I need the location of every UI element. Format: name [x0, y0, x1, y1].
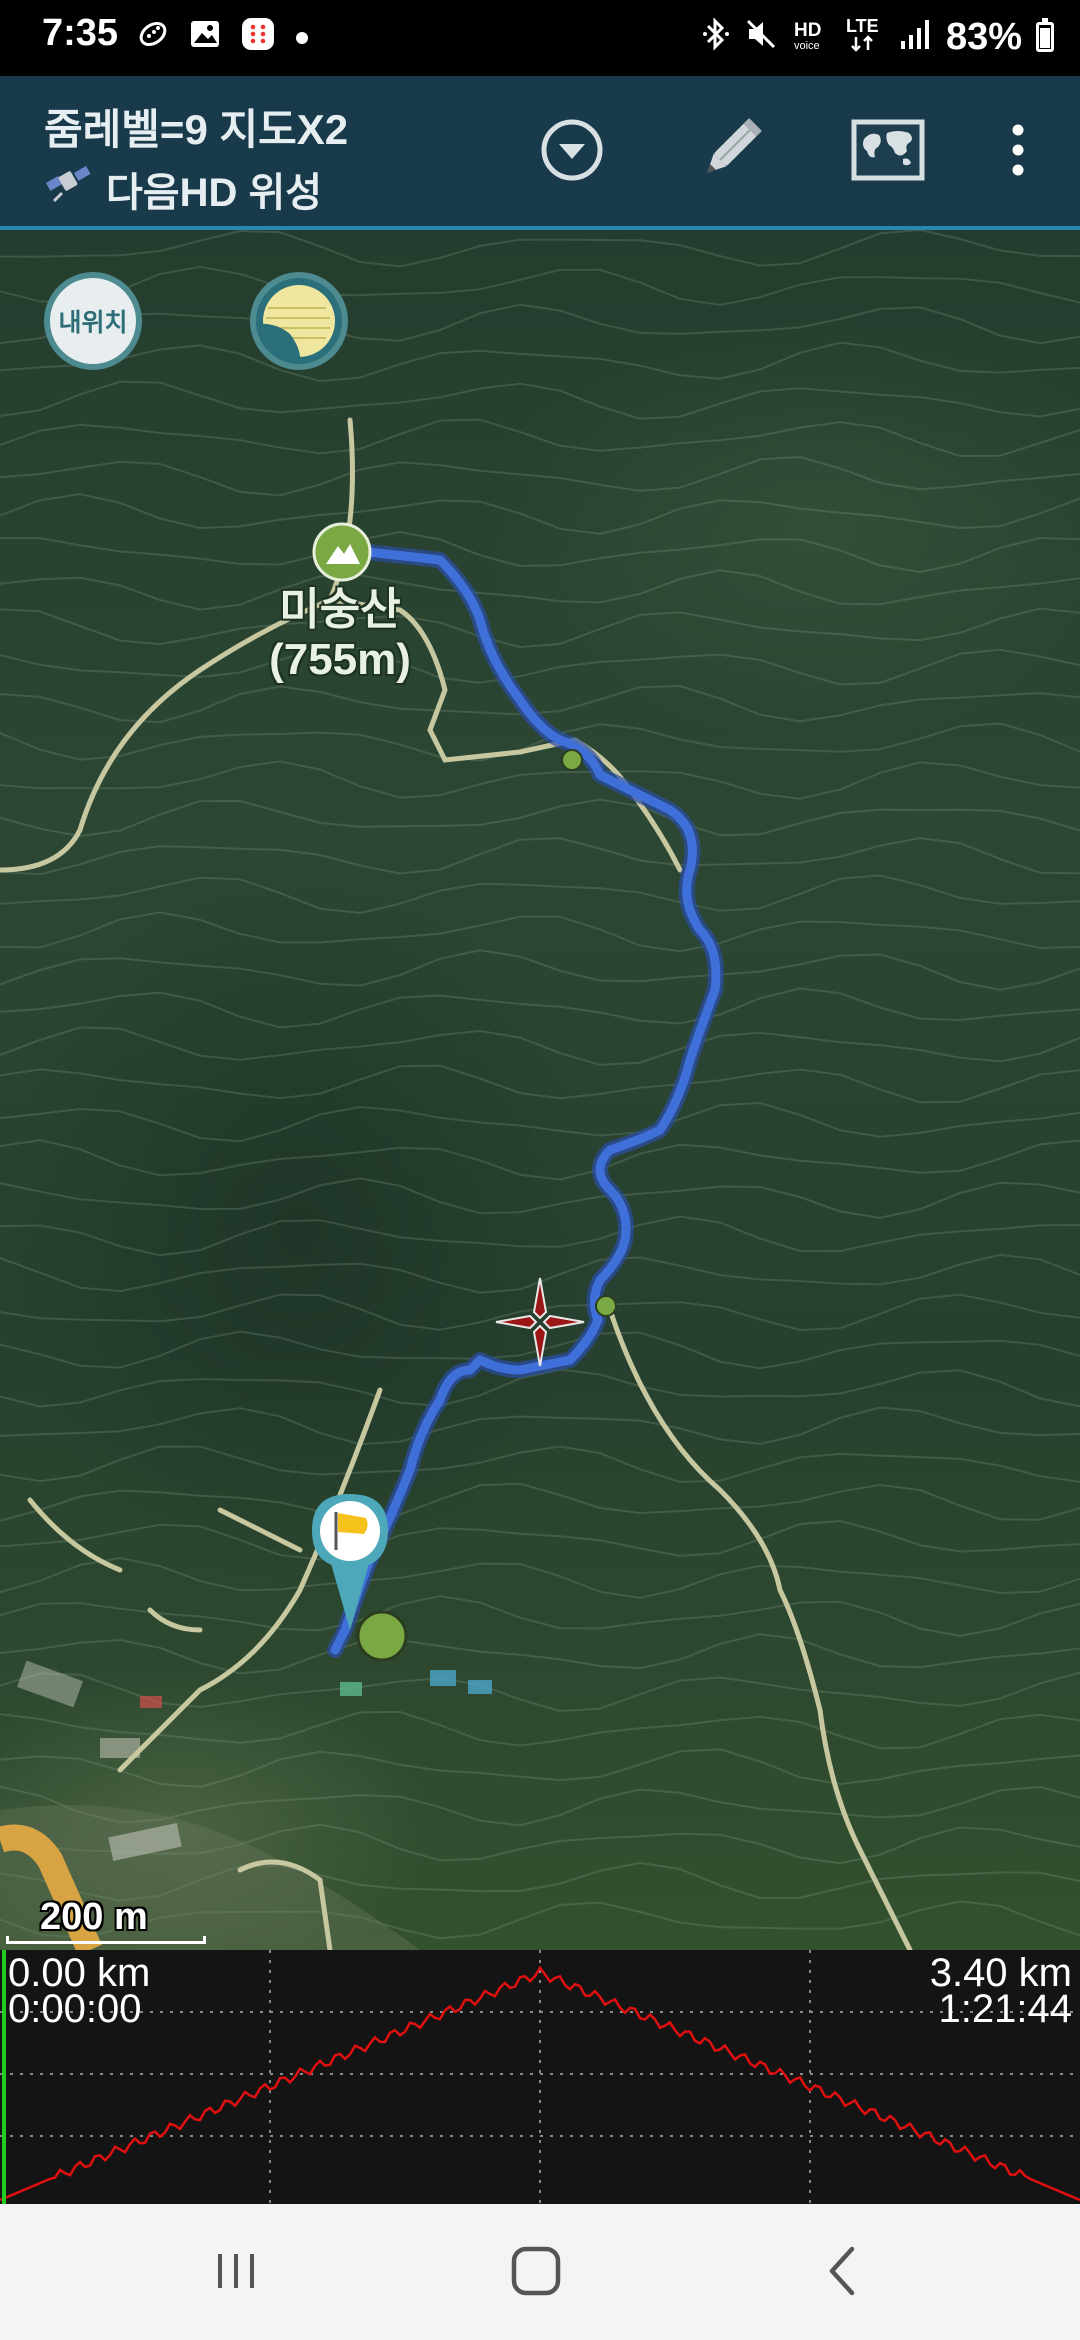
dot-icon — [294, 22, 310, 52]
dropdown-button[interactable] — [530, 110, 614, 194]
layer-toggle-button[interactable] — [250, 272, 348, 370]
signal-icon — [898, 17, 932, 57]
contour-lines — [0, 230, 1080, 1940]
lte-icon: LTE — [844, 15, 884, 59]
home-icon — [508, 2243, 564, 2304]
bluetooth-icon — [702, 16, 730, 58]
satellite-icon — [44, 163, 94, 215]
start-time: 0:00:00 — [8, 1987, 142, 2031]
map-select-button[interactable] — [846, 110, 930, 194]
status-bar: 7:35 HD voice LTE 83% — [0, 0, 1080, 76]
map-canvas — [0, 230, 1080, 1950]
peak-label: 미숭산 (755m) — [230, 585, 450, 685]
battery-fill — [1040, 28, 1050, 48]
my-location-button[interactable]: 내위치 — [44, 272, 142, 370]
svg-text:voice: voice — [794, 40, 820, 52]
more-options-button[interactable] — [976, 110, 1060, 194]
start-point-marker — [356, 1610, 408, 1662]
system-nav-bar — [0, 2204, 1080, 2340]
running-shoe-icon — [136, 17, 170, 57]
recent-apps-icon — [211, 2246, 261, 2301]
hd-voice-icon: HD voice — [792, 16, 830, 58]
profile-grid — [0, 1950, 1080, 2204]
scale-bar — [6, 1936, 206, 1944]
gallery-icon — [188, 17, 222, 57]
home-button[interactable] — [476, 2238, 596, 2308]
app-toolbar: 줌레벨=9 지도X2 다음HD 위성 — [0, 76, 1080, 230]
dropdown-icon — [539, 117, 605, 188]
back-icon — [822, 2243, 862, 2304]
recent-apps-button[interactable] — [176, 2238, 296, 2308]
battery-icon — [1036, 18, 1054, 52]
map-view[interactable]: 내위치 미숭산 (755m) 200 m — [0, 230, 1080, 1950]
peak-name: 미숭산 — [279, 585, 401, 634]
elevation-profile-chart — [0, 1950, 1080, 2204]
mountain-peak-icon — [312, 522, 372, 582]
scale-label: 200 m — [40, 1896, 148, 1938]
back-button[interactable] — [782, 2238, 902, 2308]
app-notification-icon — [240, 16, 276, 58]
junction-marker — [595, 1295, 617, 1317]
more-vert-icon — [1008, 120, 1028, 185]
contour-line — [0, 230, 1080, 1940]
my-location-label: 내위치 — [58, 309, 128, 337]
end-time: 1:21:44 — [938, 1987, 1072, 2031]
status-icons-right: HD voice LTE 83% — [702, 14, 1054, 60]
map-source-text: 다음HD 위성 — [106, 171, 323, 215]
zoom-level-title: 줌레벨=9 지도X2 — [44, 106, 349, 153]
mute-icon — [744, 17, 778, 57]
hiking-trails — [0, 417, 913, 1950]
pencil-icon — [690, 110, 770, 195]
map-source-label[interactable]: 다음HD 위성 — [44, 160, 322, 218]
world-map-icon — [851, 119, 925, 186]
edit-button[interactable] — [688, 110, 772, 194]
elevation-profile[interactable]: 0.00 km 0:00:00 3.40 km 1:21:44 — [0, 1950, 1080, 2204]
peak-elevation: (755m) — [269, 635, 411, 684]
junction-marker — [561, 749, 583, 771]
battery-level: 83% — [945, 15, 1022, 58]
status-time: 7:35 — [42, 12, 119, 54]
svg-text:LTE: LTE — [846, 16, 879, 36]
svg-text:HD: HD — [794, 20, 821, 41]
status-icons-left — [136, 14, 310, 60]
